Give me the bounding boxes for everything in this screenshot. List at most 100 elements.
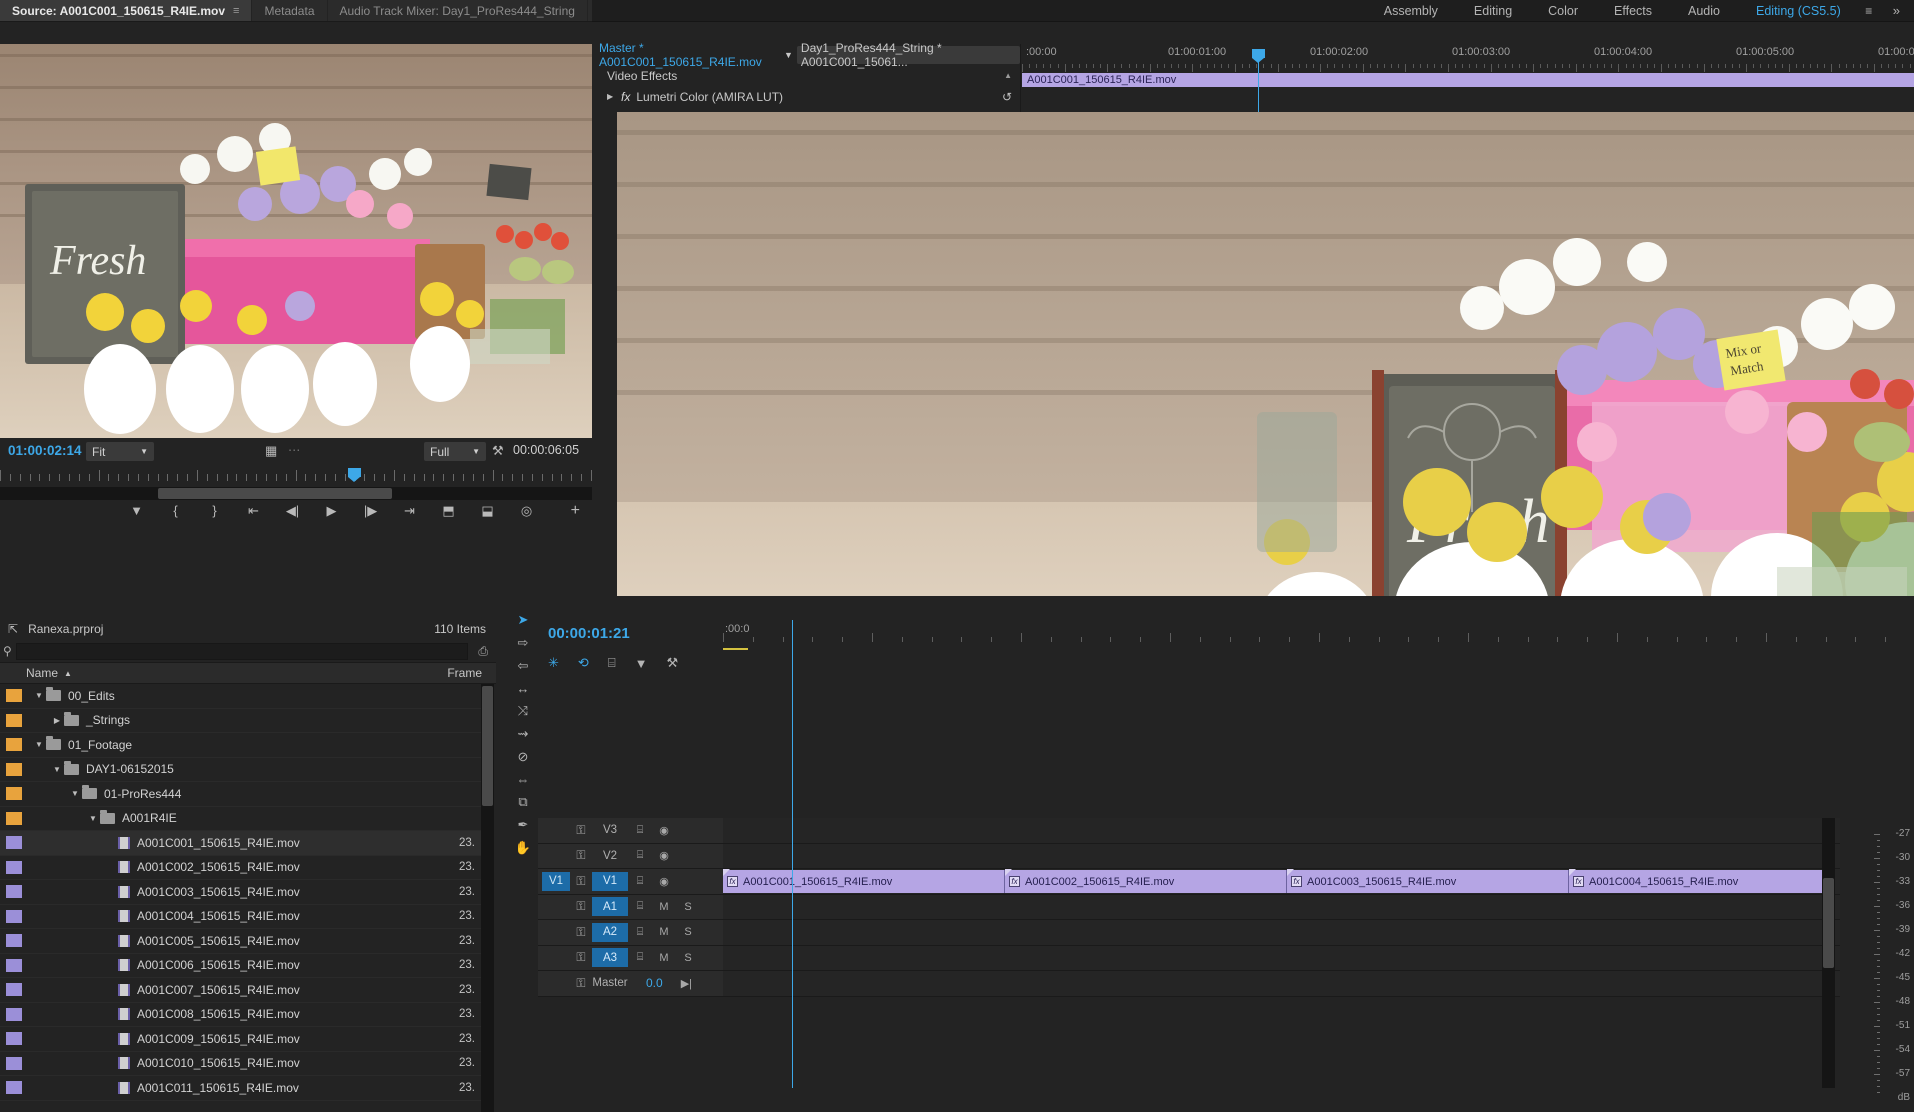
disclosure-open-icon[interactable]: ▼ [32,740,46,749]
multicam-icon[interactable]: ⋅⋅⋅ [288,443,300,459]
source-current-timecode[interactable]: 01:00:02:14 [8,443,82,458]
workspace-tab-editing[interactable]: Editing [1456,0,1530,22]
timeline-vertical-scrollbar[interactable] [1822,818,1835,1088]
master-meter-icon[interactable]: ▶| [681,977,692,990]
audio-meter-panel[interactable]: -27 -30 -33 -36 -39 -42 -45 -48 -51 -54 -57 dB [1840,818,1914,1112]
clip-row[interactable]: A001C010_150615_R4IE.mov 23. [0,1052,481,1076]
track-content-a3[interactable] [723,945,1914,970]
effect-controls-video-effects-group[interactable]: Video Effects ▲ [593,65,1020,86]
track-header-a1[interactable]: ⚿ A1 ⌸ M S [538,894,723,919]
lock-icon[interactable]: ⚿ [570,950,592,965]
clip-row[interactable]: A001C004_150615_R4IE.mov 23. [0,905,481,929]
slip-tool-icon[interactable]: ⇝ [512,726,534,742]
track-name-a2[interactable]: A2 [592,922,628,942]
workspace-menu-hamburger-icon[interactable]: ≡ [1859,4,1879,18]
clip-row[interactable]: A001C009_150615_R4IE.mov 23. [0,1027,481,1052]
slide-tool-icon[interactable]: ⇔ [512,772,534,787]
column-header-frame[interactable]: Frame [447,666,482,680]
mute-button[interactable]: M [652,901,676,913]
selection-tool-icon[interactable]: ➤ [512,612,534,628]
track-header-v1[interactable]: V1 ⚿ V1 ⌸ ◉ [538,869,723,894]
marker-button[interactable]: ▼ [128,502,145,519]
sync-lock-icon[interactable]: ⌸ [628,824,652,837]
ripple-edit-tool-icon[interactable]: ⇦ [512,658,534,674]
source-zoom-dropdown[interactable]: Fit ▼ [86,442,154,461]
mark-out-button[interactable]: } [206,502,223,519]
effect-item-lumetri-color[interactable]: ▶ fx Lumetri Color (AMIRA LUT) ↺ [593,86,1020,107]
column-header-name[interactable]: Name [26,666,58,680]
solo-button[interactable]: S [676,901,700,913]
step-forward-button[interactable]: |▶ [362,502,379,519]
project-vertical-scrollbar[interactable] [481,684,494,1112]
track-select-forward-tool-icon[interactable]: ⇨ [512,635,534,651]
source-playhead[interactable] [348,468,361,482]
clip-row[interactable]: A001C007_150615_R4IE.mov 23. [0,978,481,1003]
bin-row[interactable]: ▶ _Strings [0,709,481,733]
lock-icon[interactable]: ⚿ [570,899,592,914]
workspace-tab-effects[interactable]: Effects [1596,0,1670,22]
bin-row[interactable]: ▼ DAY1-06152015 [0,758,481,782]
eye-toggle-icon[interactable]: ◉ [652,875,676,888]
eye-toggle-icon[interactable]: ◉ [652,849,676,862]
source-time-ruler[interactable] [0,468,592,482]
lock-icon[interactable]: ⚿ [570,976,592,991]
overwrite-button[interactable]: ⬓ [479,502,496,519]
clip-row[interactable]: A001C006_150615_R4IE.mov 23. [0,954,481,978]
track-header-v3[interactable]: ⚿ V3 ⌸ ◉ [538,818,723,843]
source-scrollbar[interactable] [0,487,592,500]
settings-wrench-icon[interactable]: ⚒ [492,443,504,459]
lock-icon[interactable]: ⚿ [570,823,592,838]
hand-tool-icon[interactable]: ✋ [512,840,534,856]
find-icon[interactable]: ⎙ [478,644,488,659]
snap-toggle-icon[interactable]: ✳ [548,655,559,671]
clip-row[interactable]: A001C011_150615_R4IE.mov 23. [0,1076,481,1101]
source-patch-v1[interactable]: V1 [542,871,570,891]
track-name-v1[interactable]: V1 [592,871,628,891]
sync-lock-icon[interactable]: ⌸ [628,875,652,888]
insert-button[interactable]: ⬒ [440,502,457,519]
linked-selection-icon[interactable]: ⟲ [578,655,589,671]
timeline-work-area-bar[interactable] [723,648,748,650]
disclosure-open-icon[interactable]: ▼ [68,789,82,798]
zoom-region-tool-icon[interactable]: ⧉ [512,794,534,810]
timeline-clip[interactable]: fx A001C002_150615_R4IE.mov [1005,869,1287,893]
workspace-tab-assembly[interactable]: Assembly [1366,0,1456,22]
go-to-in-button[interactable]: ⇤ [245,502,262,519]
workspace-tab-editing-cs5-5[interactable]: Editing (CS5.5) [1738,0,1859,22]
collapse-arrow-icon[interactable]: ▲ [1004,71,1012,80]
sync-lock-icon[interactable]: ⌸ [628,849,652,862]
workspace-tab-audio[interactable]: Audio [1670,0,1738,22]
chevron-down-icon[interactable]: ▼ [784,50,793,60]
step-back-button[interactable]: ◀| [284,502,301,519]
lock-icon[interactable]: ⚿ [570,925,592,940]
project-item-list[interactable]: ▼ 00_Edits ▶ _Strings ▼ 01_Footage ▼ DAY1-06152… [0,684,481,1112]
solo-button[interactable]: S [676,952,700,964]
track-header-a2[interactable]: ⚿ A2 ⌸ M S [538,920,723,945]
timeline-playhead-line[interactable] [792,620,793,1088]
insert-overwrite-icon[interactable]: ⌸ [608,655,616,671]
rate-stretch-tool-icon[interactable]: ⤨ [512,703,534,719]
timeline-clip[interactable]: fx A001C004_150615_R4IE.mov [1569,869,1827,893]
bin-row[interactable]: ▼ A001R4IE [0,807,481,831]
lock-icon[interactable]: ⚿ [570,874,592,889]
mark-in-button[interactable]: { [167,502,184,519]
search-input[interactable] [16,642,469,660]
sync-lock-icon[interactable]: ⌸ [628,900,652,913]
clip-row[interactable]: A001C005_150615_R4IE.mov 23. [0,929,481,954]
workspace-tab-color[interactable]: Color [1530,0,1596,22]
sync-lock-icon[interactable]: ⌸ [628,951,652,964]
source-quality-dropdown[interactable]: Full ▼ [424,442,486,461]
play-button[interactable]: ▶ [323,502,340,519]
track-header-v2[interactable]: ⚿ V2 ⌸ ◉ [538,843,723,868]
sync-lock-icon[interactable]: ⌸ [628,926,652,939]
rolling-edit-tool-icon[interactable]: ↔ [512,681,534,696]
source-duration-timecode[interactable]: 00:00:06:05 [513,443,579,457]
track-header-a3[interactable]: ⚿ A3 ⌸ M S [538,945,723,970]
parent-bin-icon[interactable]: ⇱ [8,622,18,636]
bin-row[interactable]: ▼ 01-ProRes444 [0,782,481,807]
track-name-a3[interactable]: A3 [592,948,628,968]
source-monitor-video[interactable]: Fresh [0,44,592,438]
mute-button[interactable]: M [652,926,676,938]
add-track-button[interactable]: + [571,502,580,520]
timeline-clip[interactable]: fx A001C003_150615_R4IE.mov [1287,869,1569,893]
